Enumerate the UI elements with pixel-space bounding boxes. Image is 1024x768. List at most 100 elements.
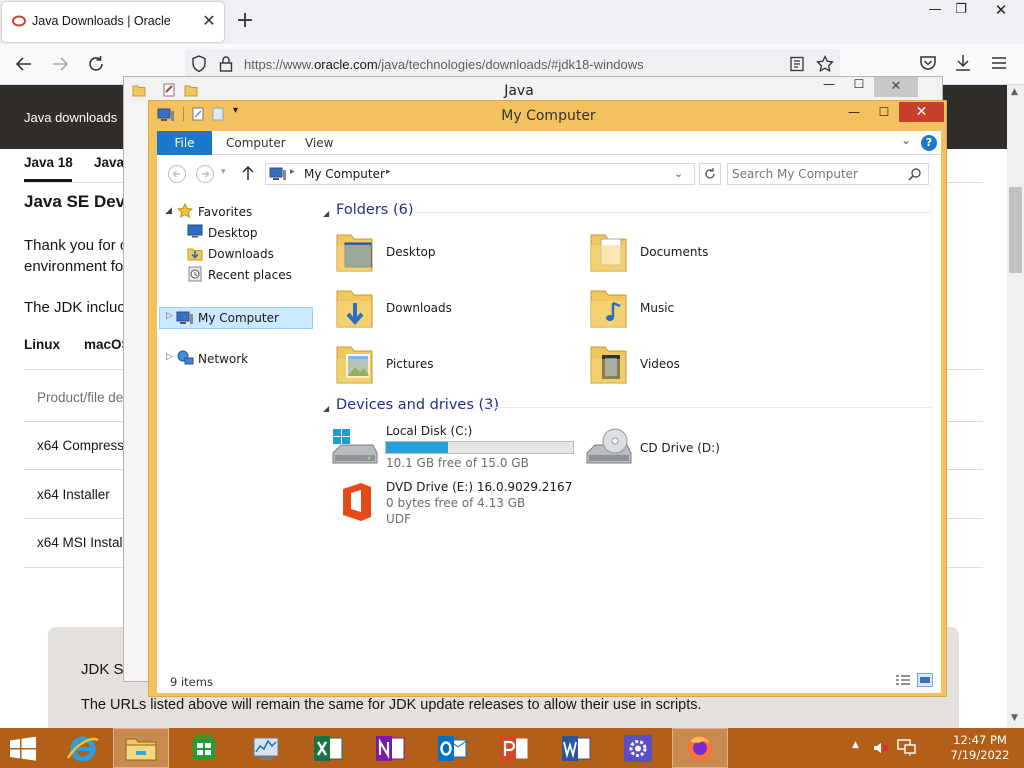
tab-file[interactable]: File bbox=[157, 131, 212, 155]
pocket-icon[interactable] bbox=[918, 53, 942, 77]
reader-view-icon[interactable] bbox=[789, 56, 805, 72]
drive-c-usage-bar bbox=[385, 441, 574, 454]
search-icon[interactable] bbox=[908, 167, 922, 181]
scroll-down-arrow-icon[interactable]: ▼ bbox=[1011, 713, 1018, 723]
nav-network[interactable]: Network bbox=[198, 350, 248, 368]
browser-tab[interactable]: Java Downloads | Oracle ✕ bbox=[2, 2, 224, 42]
nav-recent-places[interactable]: Recent places bbox=[208, 266, 292, 284]
devices-group-header[interactable]: Devices and drives (3) bbox=[336, 397, 499, 413]
collapse-group-icon[interactable]: ◢ bbox=[323, 209, 329, 218]
drive-c-name[interactable]: Local Disk (C:) bbox=[386, 424, 472, 438]
back-button[interactable] bbox=[12, 52, 36, 76]
file-explorer-icon[interactable] bbox=[113, 728, 169, 768]
cd-drive-icon[interactable] bbox=[585, 427, 635, 469]
close-button[interactable]: ✕ bbox=[899, 102, 944, 122]
lock-icon[interactable] bbox=[219, 55, 233, 73]
refresh-button[interactable] bbox=[699, 163, 721, 185]
scroll-up-arrow-icon[interactable]: ▲ bbox=[1011, 87, 1018, 97]
restore-button[interactable]: ❐ bbox=[944, 0, 978, 22]
os-tab-linux[interactable]: Linux bbox=[24, 337, 60, 352]
drive-d-name[interactable]: CD Drive (D:) bbox=[640, 441, 720, 455]
documents-folder-icon[interactable] bbox=[589, 229, 629, 275]
breadcrumb-arrow-icon[interactable]: ▸ bbox=[290, 167, 295, 177]
bookmark-star-icon[interactable] bbox=[816, 55, 834, 73]
java-close-button[interactable]: ✕ bbox=[874, 77, 918, 97]
maximize-button[interactable]: ☐ bbox=[869, 102, 899, 122]
expand-arrow-icon[interactable]: ▷ bbox=[166, 311, 173, 321]
address-dropdown-icon[interactable]: ⌄ bbox=[674, 167, 683, 180]
explorer-body: ◢ Favorites Desktop Downloads Recent pla… bbox=[157, 191, 941, 669]
java-maximize-button[interactable]: ☐ bbox=[844, 77, 874, 91]
close-tab-icon[interactable]: ✕ bbox=[200, 12, 218, 30]
close-window-button[interactable]: ✕ bbox=[984, 0, 1018, 22]
start-button[interactable] bbox=[0, 728, 58, 768]
nav-my-computer[interactable]: ▷ My Computer bbox=[159, 307, 313, 329]
expand-ribbon-icon[interactable]: ⌄ bbox=[901, 133, 911, 147]
url-bar[interactable]: https://www.oracle.com/java/technologies… bbox=[185, 49, 840, 79]
help-icon[interactable]: ? bbox=[921, 135, 937, 151]
office-dvd-icon[interactable] bbox=[337, 481, 377, 523]
downloads-folder-icon[interactable] bbox=[335, 285, 375, 331]
forward-button[interactable] bbox=[195, 164, 215, 184]
pictures-folder-icon[interactable] bbox=[335, 341, 375, 387]
large-icons-view-icon[interactable] bbox=[917, 673, 933, 687]
onenote-icon[interactable] bbox=[362, 728, 420, 768]
address-bar[interactable]: ▸ My Computer ▸ ⌄ bbox=[265, 163, 695, 185]
downloads-icon[interactable] bbox=[953, 53, 977, 77]
collapse-group-icon[interactable]: ◢ bbox=[323, 404, 329, 413]
resource-monitor-icon[interactable] bbox=[238, 728, 296, 768]
powerpoint-icon[interactable] bbox=[486, 728, 544, 768]
outlook-icon[interactable] bbox=[424, 728, 482, 768]
nav-downloads[interactable]: Downloads bbox=[208, 245, 274, 263]
show-hidden-icons-icon[interactable]: ▲ bbox=[852, 740, 859, 750]
breadcrumb-my-computer[interactable]: My Computer bbox=[304, 167, 385, 181]
nav-favorites[interactable]: Favorites bbox=[198, 203, 252, 221]
word-icon[interactable] bbox=[548, 728, 606, 768]
hamburger-menu-icon[interactable] bbox=[989, 53, 1013, 77]
up-arrow-icon[interactable] bbox=[241, 165, 255, 181]
tab-view[interactable]: View bbox=[305, 131, 333, 155]
nav-desktop[interactable]: Desktop bbox=[208, 224, 258, 242]
new-tab-button[interactable]: + bbox=[232, 9, 258, 35]
shield-icon[interactable] bbox=[191, 55, 207, 73]
reload-button[interactable] bbox=[84, 52, 108, 76]
excel-icon[interactable] bbox=[300, 728, 358, 768]
breadcrumb-arrow-icon[interactable]: ▸ bbox=[386, 167, 391, 177]
page-scrollbar[interactable]: ▲ ▼ bbox=[1007, 85, 1024, 728]
expand-arrow-icon[interactable]: ◢ bbox=[165, 206, 172, 216]
java-downloads-link[interactable]: Java downloads bbox=[24, 110, 117, 125]
minimize-button[interactable]: — bbox=[839, 102, 869, 122]
search-box[interactable] bbox=[727, 163, 929, 185]
music-folder-icon[interactable] bbox=[589, 285, 629, 331]
folder-pictures-label[interactable]: Pictures bbox=[386, 357, 434, 371]
scroll-thumb[interactable] bbox=[1009, 187, 1022, 273]
folder-downloads-label[interactable]: Downloads bbox=[386, 301, 452, 315]
tab-java-18[interactable]: Java 18 bbox=[24, 155, 73, 170]
store-icon[interactable] bbox=[176, 728, 234, 768]
folder-videos-label[interactable]: Videos bbox=[640, 357, 680, 371]
system-clock[interactable]: 12:47 PM 7/19/2022 bbox=[940, 733, 1020, 763]
expand-arrow-icon[interactable]: ▷ bbox=[166, 352, 173, 362]
local-disk-icon[interactable] bbox=[331, 427, 379, 469]
details-view-icon[interactable] bbox=[895, 674, 911, 688]
my-computer-window[interactable]: ▾ My Computer — ☐ ✕ File Computer View ⌄… bbox=[148, 100, 947, 697]
videos-folder-icon[interactable] bbox=[589, 341, 629, 387]
volume-muted-icon[interactable] bbox=[872, 740, 890, 756]
drive-e-name[interactable]: DVD Drive (E:) 16.0.9029.2167 bbox=[386, 480, 572, 494]
settings-icon[interactable] bbox=[610, 728, 668, 768]
forward-button[interactable] bbox=[48, 52, 72, 76]
tab-java-other[interactable]: Java bbox=[94, 155, 124, 170]
folder-music-label[interactable]: Music bbox=[640, 301, 674, 315]
desktop-folder-icon[interactable] bbox=[335, 229, 375, 275]
folder-documents-label[interactable]: Documents bbox=[640, 245, 708, 259]
java-minimize-button[interactable]: — bbox=[814, 77, 844, 91]
search-input[interactable] bbox=[732, 166, 902, 182]
back-button[interactable] bbox=[167, 164, 187, 184]
tab-computer[interactable]: Computer bbox=[226, 131, 286, 155]
network-tray-icon[interactable] bbox=[897, 739, 917, 757]
internet-explorer-icon[interactable] bbox=[54, 728, 112, 768]
recent-locations-icon[interactable]: ▾ bbox=[221, 167, 226, 177]
folder-desktop-label[interactable]: Desktop bbox=[386, 245, 436, 259]
firefox-icon[interactable] bbox=[672, 728, 728, 768]
folders-group-header[interactable]: Folders (6) bbox=[336, 202, 414, 218]
